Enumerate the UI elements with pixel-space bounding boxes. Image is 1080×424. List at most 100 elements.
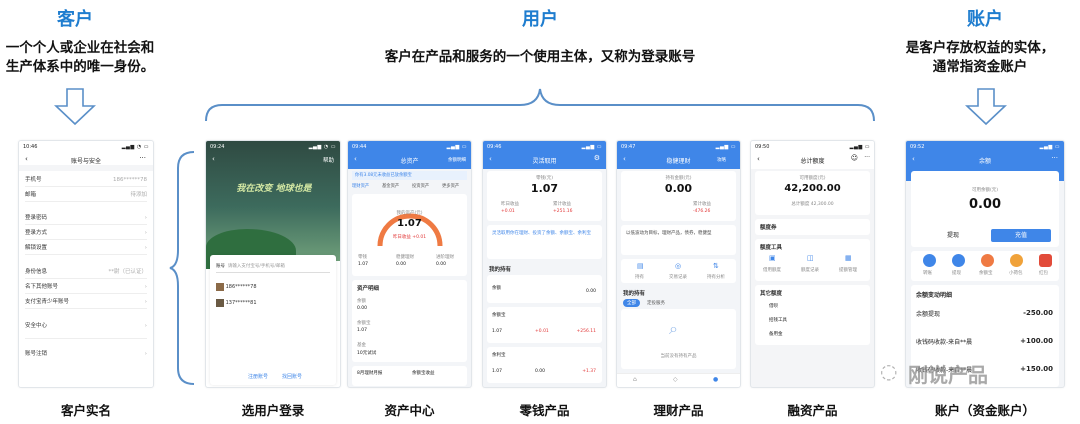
redpacket-icon[interactable] bbox=[1039, 254, 1052, 267]
list-item[interactable]: 邮箱 待添加 bbox=[25, 188, 147, 202]
tab-mine-icon[interactable]: ● bbox=[713, 376, 718, 383]
asset-detail-title: 资产明细 bbox=[357, 286, 380, 292]
holding-item[interactable]: 余额宝 1.07 +0.01 +256.11 bbox=[487, 307, 602, 343]
caption-account: 账户（资金账户） bbox=[934, 403, 1035, 418]
record-icon[interactable]: ◎ bbox=[675, 262, 681, 270]
list-item[interactable]: 登录方式 › bbox=[25, 226, 147, 240]
account-description-line2: 通常指资金账户 bbox=[932, 59, 1028, 75]
row-value: **尉（已认证） bbox=[108, 269, 147, 275]
avatar bbox=[216, 282, 224, 291]
other-limit-item[interactable]: 备用金 bbox=[769, 331, 783, 337]
yuebao-income-link[interactable]: 余额宝收益 bbox=[412, 370, 435, 376]
list-item[interactable]: 账号注销 › bbox=[25, 347, 147, 361]
row-label: 支付宝青少年账号 bbox=[25, 299, 70, 305]
screen-balance: 09:52 ▂▄▆ ▭ ‹ 余额 ··· 可用余额(元) 0.00 提现 充值 … bbox=[905, 140, 1065, 388]
account-input[interactable]: 账号 请输入支付宝号/手机号/邮箱 bbox=[216, 261, 330, 273]
withdraw-button[interactable]: 提现 bbox=[925, 229, 981, 242]
row-label: 安全中心 bbox=[25, 323, 48, 329]
holding-value: 0.00 bbox=[585, 289, 596, 294]
tab-auto-invest[interactable]: 定投服务 bbox=[647, 300, 665, 306]
register-link[interactable]: 注册账号 bbox=[248, 373, 268, 380]
back-icon[interactable]: ‹ bbox=[212, 155, 215, 163]
tab-fund[interactable]: 基金资产 bbox=[382, 183, 399, 189]
wealth-summary-card: 持有金额(元) 0.00 累计收益 -476.26 bbox=[621, 171, 736, 221]
avatar bbox=[216, 298, 224, 307]
withdraw-icon[interactable] bbox=[952, 254, 965, 267]
tab-wealth[interactable]: 理财资产 bbox=[352, 183, 369, 189]
change-asset-label: 零钱(元) bbox=[535, 176, 553, 181]
credit-tools-card: 额度工具 ▣ 借用额度 ◫ 额度记录 ▦ 提额管理 bbox=[755, 239, 870, 281]
caption-asset: 资产中心 bbox=[384, 403, 435, 418]
record-amount: +100.00 bbox=[1020, 337, 1053, 345]
list-item[interactable]: 手机号 186******78 bbox=[25, 173, 147, 187]
coupon-card[interactable]: 额度券 bbox=[755, 219, 870, 235]
notice-bar[interactable]: 你有3.08元未收益已放余额宝 bbox=[352, 171, 467, 180]
record-name[interactable]: 余额提现 bbox=[916, 309, 940, 318]
monthly-report-link[interactable]: 8月理财月报 bbox=[357, 370, 382, 376]
yesterday-label: 昨日收益 bbox=[501, 202, 519, 207]
settings-icon[interactable]: ⚙ bbox=[594, 154, 600, 162]
chevron-right-icon: › bbox=[144, 299, 147, 305]
list-item[interactable]: 身份信息 **尉（已认证） bbox=[25, 265, 147, 279]
tab-discover-icon[interactable]: ◇ bbox=[673, 376, 678, 383]
asset-detail-card: 资产明细 余额 0.00 余额宝 1.07 基金 10元试试 bbox=[352, 280, 467, 362]
detail-item-label: 基金 bbox=[357, 343, 366, 348]
detail-item-label: 余额宝 bbox=[357, 321, 371, 326]
holding-item[interactable]: 余利宝 1.07 0.00 +1.37 bbox=[487, 347, 602, 383]
holding-item[interactable]: 余额 0.00 bbox=[487, 275, 602, 303]
list-item[interactable]: 名下其他账号 › bbox=[25, 280, 147, 294]
recharge-button[interactable]: 充值 bbox=[991, 229, 1051, 242]
balance-detail-link[interactable]: 余额明细 bbox=[448, 157, 466, 163]
tab-all[interactable]: 全部 bbox=[623, 299, 640, 307]
service-icon[interactable]: ☺ bbox=[851, 154, 858, 162]
watermark-text: 刚说产品 bbox=[908, 363, 988, 387]
tab-invest[interactable]: 投资资产 bbox=[412, 183, 429, 189]
row-value: 186******78 bbox=[113, 177, 147, 183]
screen-asset-center: 09:44 ▂▄▆ ▭ ‹ 总资产 余额明细 你有3.08元未收益已放余额宝 理… bbox=[347, 140, 472, 388]
transfer-icon[interactable] bbox=[923, 254, 936, 267]
other-limit-item[interactable]: 招钱工具 bbox=[769, 317, 787, 323]
list-item[interactable]: 支付宝青少年账号 › bbox=[25, 295, 147, 309]
analysis-icon-label: 持有分析 bbox=[707, 275, 725, 280]
account-option[interactable]: 186******78 bbox=[216, 281, 330, 293]
change-tip-card: 灵活取用你在理财、投资了余额、余额宝、余利宝 bbox=[487, 225, 602, 259]
records-title: 余额变动明细 bbox=[916, 292, 953, 299]
account-number: 186******78 bbox=[225, 284, 257, 290]
row-label: 邮箱 bbox=[25, 192, 37, 198]
empty-text: 当前没有持有产品 bbox=[660, 354, 697, 359]
help-link[interactable]: 帮助 bbox=[323, 156, 334, 164]
more-icon[interactable]: ··· bbox=[139, 154, 146, 162]
tab-home-icon[interactable]: ⌂ bbox=[633, 376, 637, 383]
customer-description-line1: 一个个人或企业在社会和 bbox=[5, 40, 155, 56]
analysis-icon[interactable]: ⇅ bbox=[713, 262, 719, 270]
asset-col-2-value: 0.00 bbox=[396, 262, 407, 267]
input-placeholder: 请输入支付宝号/手机号/邮箱 bbox=[227, 264, 285, 269]
raise-icon[interactable]: ▦ bbox=[845, 254, 852, 262]
row-label: 手机号 bbox=[25, 177, 42, 183]
account-option[interactable]: 137******81 bbox=[216, 297, 330, 309]
available-balance-label: 可用余额(元) bbox=[971, 188, 998, 193]
row-label: 解锁设置 bbox=[25, 245, 48, 251]
record-icon[interactable]: ◫ bbox=[807, 254, 814, 262]
other-limit-item[interactable]: 借呗 bbox=[769, 303, 778, 309]
caption-login: 选用户登录 bbox=[241, 403, 305, 418]
more-icon[interactable]: ··· bbox=[864, 154, 870, 161]
borrow-icon[interactable]: ▣ bbox=[769, 254, 776, 262]
more-icon[interactable]: ··· bbox=[1051, 154, 1058, 162]
record-name[interactable]: 收钱码收款-来自**晨 bbox=[916, 337, 972, 346]
list-item[interactable]: 安全中心 › bbox=[25, 319, 147, 339]
list-item[interactable]: 解锁设置 › bbox=[25, 241, 147, 255]
total-income-value: +251.16 bbox=[553, 209, 573, 214]
holding-amount-value: 0.00 bbox=[664, 182, 693, 195]
customer-user-brace bbox=[169, 151, 195, 385]
screen-title: 余额 bbox=[978, 158, 991, 165]
tab-more[interactable]: 更多资产 bbox=[442, 183, 459, 189]
recover-link[interactable]: 找回账号 bbox=[282, 373, 302, 380]
yuebao-icon[interactable] bbox=[981, 254, 994, 267]
list-item[interactable]: 登录密码 › bbox=[25, 211, 147, 225]
holding-icon[interactable]: ▤ bbox=[637, 262, 644, 270]
guide-link[interactable]: 攻略 bbox=[717, 157, 726, 163]
pocket-icon[interactable] bbox=[1010, 254, 1023, 267]
empty-holdings-card: ⌕ 当前没有持有产品 bbox=[621, 309, 736, 369]
holding-income: +0.01 bbox=[535, 329, 549, 334]
